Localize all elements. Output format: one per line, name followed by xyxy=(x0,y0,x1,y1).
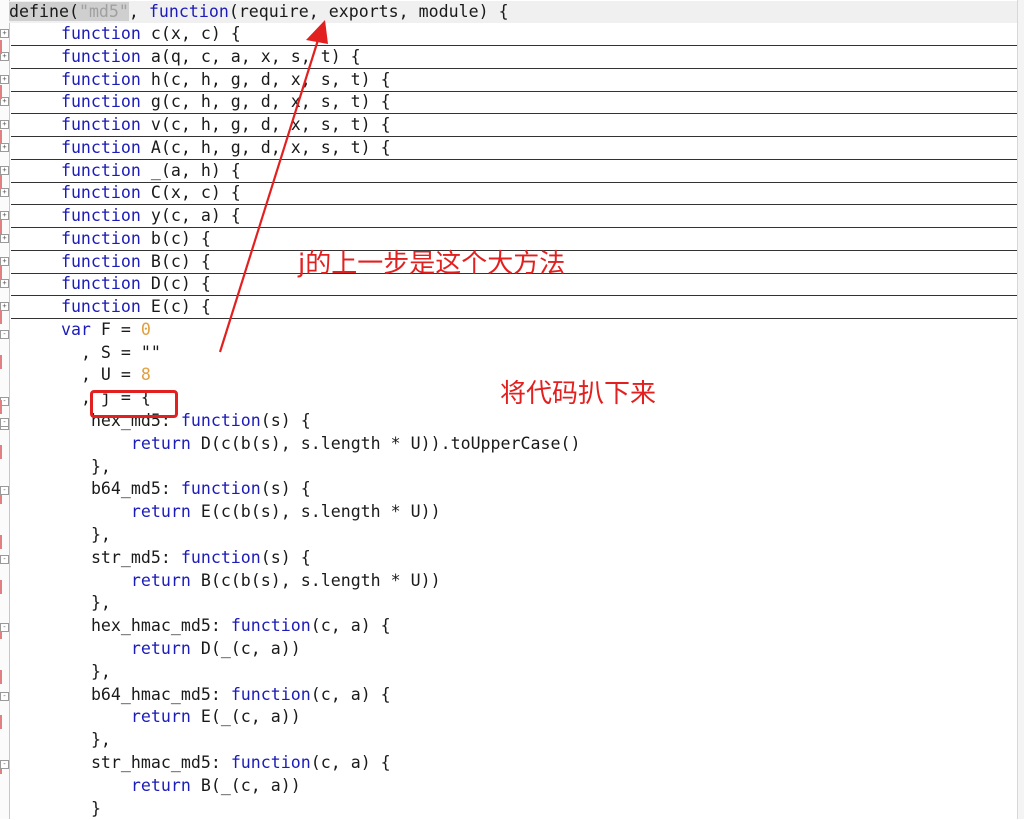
arrow-shaft xyxy=(218,39,320,353)
annotation-note-bottom: 将代码扒下来 xyxy=(500,379,657,409)
annotation-note-top: j的上一步是这个大方法 xyxy=(298,249,566,279)
arrow-head xyxy=(306,20,328,44)
